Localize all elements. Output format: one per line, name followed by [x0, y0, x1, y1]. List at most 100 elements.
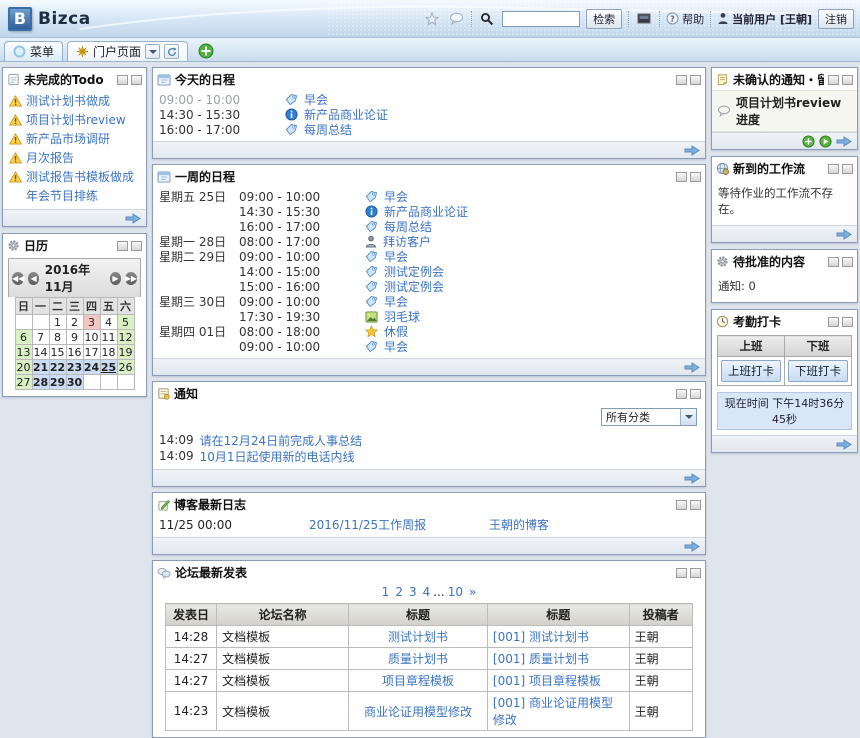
- todo-item-link[interactable]: 新产品市场调研: [26, 130, 110, 147]
- close-button[interactable]: [690, 500, 701, 510]
- blog-source-link[interactable]: 王朝的博客: [489, 518, 549, 532]
- calendar-day-cell[interactable]: 8: [49, 330, 66, 345]
- schedule-item-link[interactable]: 早会: [384, 338, 408, 355]
- calendar-day-cell[interactable]: 7: [32, 330, 49, 345]
- calendar-day-cell[interactable]: 20: [15, 360, 32, 375]
- calendar-day-cell[interactable]: 30: [66, 375, 83, 390]
- schedule-item-link[interactable]: 每周总结: [304, 121, 352, 138]
- clock-out-button[interactable]: 下班打卡: [788, 360, 848, 382]
- pagination-link[interactable]: 1: [382, 585, 390, 599]
- close-button[interactable]: [690, 389, 701, 399]
- pagination-link[interactable]: »: [469, 585, 476, 599]
- more-arrow-icon[interactable]: [684, 145, 700, 156]
- go-green-icon[interactable]: [819, 135, 832, 148]
- category-filter-select[interactable]: 所有分类: [601, 408, 697, 426]
- tab-portal-page[interactable]: 门户页面: [67, 41, 188, 61]
- next-month-button[interactable]: ▶: [110, 272, 120, 285]
- forum-post-link[interactable]: 商业论证用模型修改: [364, 705, 472, 719]
- minimize-button[interactable]: [676, 75, 687, 85]
- more-arrow-icon[interactable]: [684, 541, 700, 552]
- forum-post-link[interactable]: 项目章程模板: [382, 674, 454, 688]
- calendar-day-cell[interactable]: 22: [49, 360, 66, 375]
- calendar-day-cell[interactable]: 13: [15, 345, 32, 360]
- pagination-link[interactable]: 4: [423, 585, 431, 599]
- more-arrow-icon[interactable]: [125, 213, 141, 224]
- todo-item-link[interactable]: 月次报告: [26, 149, 74, 166]
- message-bubble-icon[interactable]: [447, 10, 465, 28]
- minimize-button[interactable]: [676, 568, 687, 578]
- pagination-link[interactable]: 3: [409, 585, 417, 599]
- minimize-button[interactable]: [676, 389, 687, 399]
- close-button[interactable]: [131, 241, 142, 251]
- calendar-day-cell[interactable]: 28: [32, 375, 49, 390]
- calendar-day-cell[interactable]: 3: [83, 315, 100, 330]
- calendar-day-cell[interactable]: 24: [83, 360, 100, 375]
- minimize-button[interactable]: [117, 241, 128, 251]
- todo-item-link[interactable]: 项目计划书review: [26, 111, 126, 128]
- minimize-button[interactable]: [828, 164, 839, 174]
- refresh-icon[interactable]: [164, 44, 179, 59]
- next-year-button[interactable]: ▶▶: [125, 272, 137, 285]
- calendar-day-cell[interactable]: 9: [66, 330, 83, 345]
- calendar-day-cell[interactable]: 17: [83, 345, 100, 360]
- forum-post-link[interactable]: [001] 商业论证用模型修改: [493, 696, 613, 727]
- calendar-day-cell[interactable]: 6: [15, 330, 32, 345]
- message-item[interactable]: 项目计划书review进度: [712, 90, 857, 132]
- calendar-day-cell[interactable]: 29: [49, 375, 66, 390]
- forum-post-link[interactable]: 测试计划书: [388, 630, 448, 644]
- calendar-day-cell[interactable]: 5: [117, 315, 134, 330]
- calendar-day-cell[interactable]: 23: [66, 360, 83, 375]
- more-arrow-icon[interactable]: [684, 362, 700, 373]
- close-button[interactable]: [842, 257, 853, 267]
- prev-month-button[interactable]: ◀: [28, 272, 38, 285]
- todo-item-link[interactable]: 测试计划书做成: [26, 92, 110, 109]
- close-button[interactable]: [842, 317, 853, 327]
- more-arrow-icon[interactable]: [836, 439, 852, 450]
- notice-link[interactable]: 10月1日起使用新的电话内线: [200, 448, 355, 465]
- chevron-down-icon[interactable]: [145, 44, 160, 59]
- forum-post-link[interactable]: [001] 测试计划书: [493, 630, 589, 644]
- calendar-day-cell[interactable]: 16: [66, 345, 83, 360]
- calendar-day-cell[interactable]: 11: [100, 330, 117, 345]
- forum-post-link[interactable]: [001] 质量计划书: [493, 652, 589, 666]
- clock-in-button[interactable]: 上班打卡: [721, 360, 781, 382]
- close-button[interactable]: [131, 75, 142, 85]
- close-button[interactable]: [690, 568, 701, 578]
- logout-button[interactable]: 注销: [818, 9, 854, 29]
- favorite-star-icon[interactable]: [423, 10, 441, 28]
- close-button[interactable]: [690, 172, 701, 182]
- calendar-day-cell[interactable]: 14: [32, 345, 49, 360]
- pagination-link[interactable]: 2: [395, 585, 403, 599]
- search-input[interactable]: [502, 11, 580, 27]
- todo-item-link[interactable]: 测试报告书模板做成: [26, 168, 134, 185]
- todo-item-link[interactable]: 年会节目排练: [26, 187, 98, 204]
- calendar-day-cell[interactable]: 26: [117, 360, 134, 375]
- pagination-link[interactable]: 10: [448, 585, 463, 599]
- calendar-day-cell[interactable]: 19: [117, 345, 134, 360]
- calendar-day-cell[interactable]: 15: [49, 345, 66, 360]
- close-button[interactable]: [842, 75, 853, 85]
- close-button[interactable]: [690, 75, 701, 85]
- forum-post-link[interactable]: [001] 项目章程模板: [493, 674, 601, 688]
- calendar-day-cell[interactable]: 4: [100, 315, 117, 330]
- prev-year-button[interactable]: ◀◀: [12, 272, 24, 285]
- calendar-day-cell[interactable]: 10: [83, 330, 100, 345]
- calendar-day-cell[interactable]: 2: [66, 315, 83, 330]
- calendar-day-cell[interactable]: 18: [100, 345, 117, 360]
- search-button[interactable]: 检索: [586, 9, 622, 29]
- forum-post-link[interactable]: 质量计划书: [388, 652, 448, 666]
- minimize-button[interactable]: [828, 257, 839, 267]
- more-arrow-icon[interactable]: [836, 136, 852, 147]
- minimize-button[interactable]: [828, 75, 839, 85]
- blog-post-link[interactable]: 2016/11/25工作周报: [309, 518, 426, 532]
- display-icon[interactable]: [635, 10, 653, 28]
- calendar-day-cell[interactable]: 21: [32, 360, 49, 375]
- tab-menu[interactable]: 菜单: [4, 41, 63, 61]
- close-button[interactable]: [842, 164, 853, 174]
- help-link[interactable]: ? 帮助: [666, 11, 704, 27]
- calendar-day-cell[interactable]: 12: [117, 330, 134, 345]
- minimize-button[interactable]: [676, 172, 687, 182]
- calendar-day-cell[interactable]: 27: [15, 375, 32, 390]
- minimize-button[interactable]: [676, 500, 687, 510]
- minimize-button[interactable]: [828, 317, 839, 327]
